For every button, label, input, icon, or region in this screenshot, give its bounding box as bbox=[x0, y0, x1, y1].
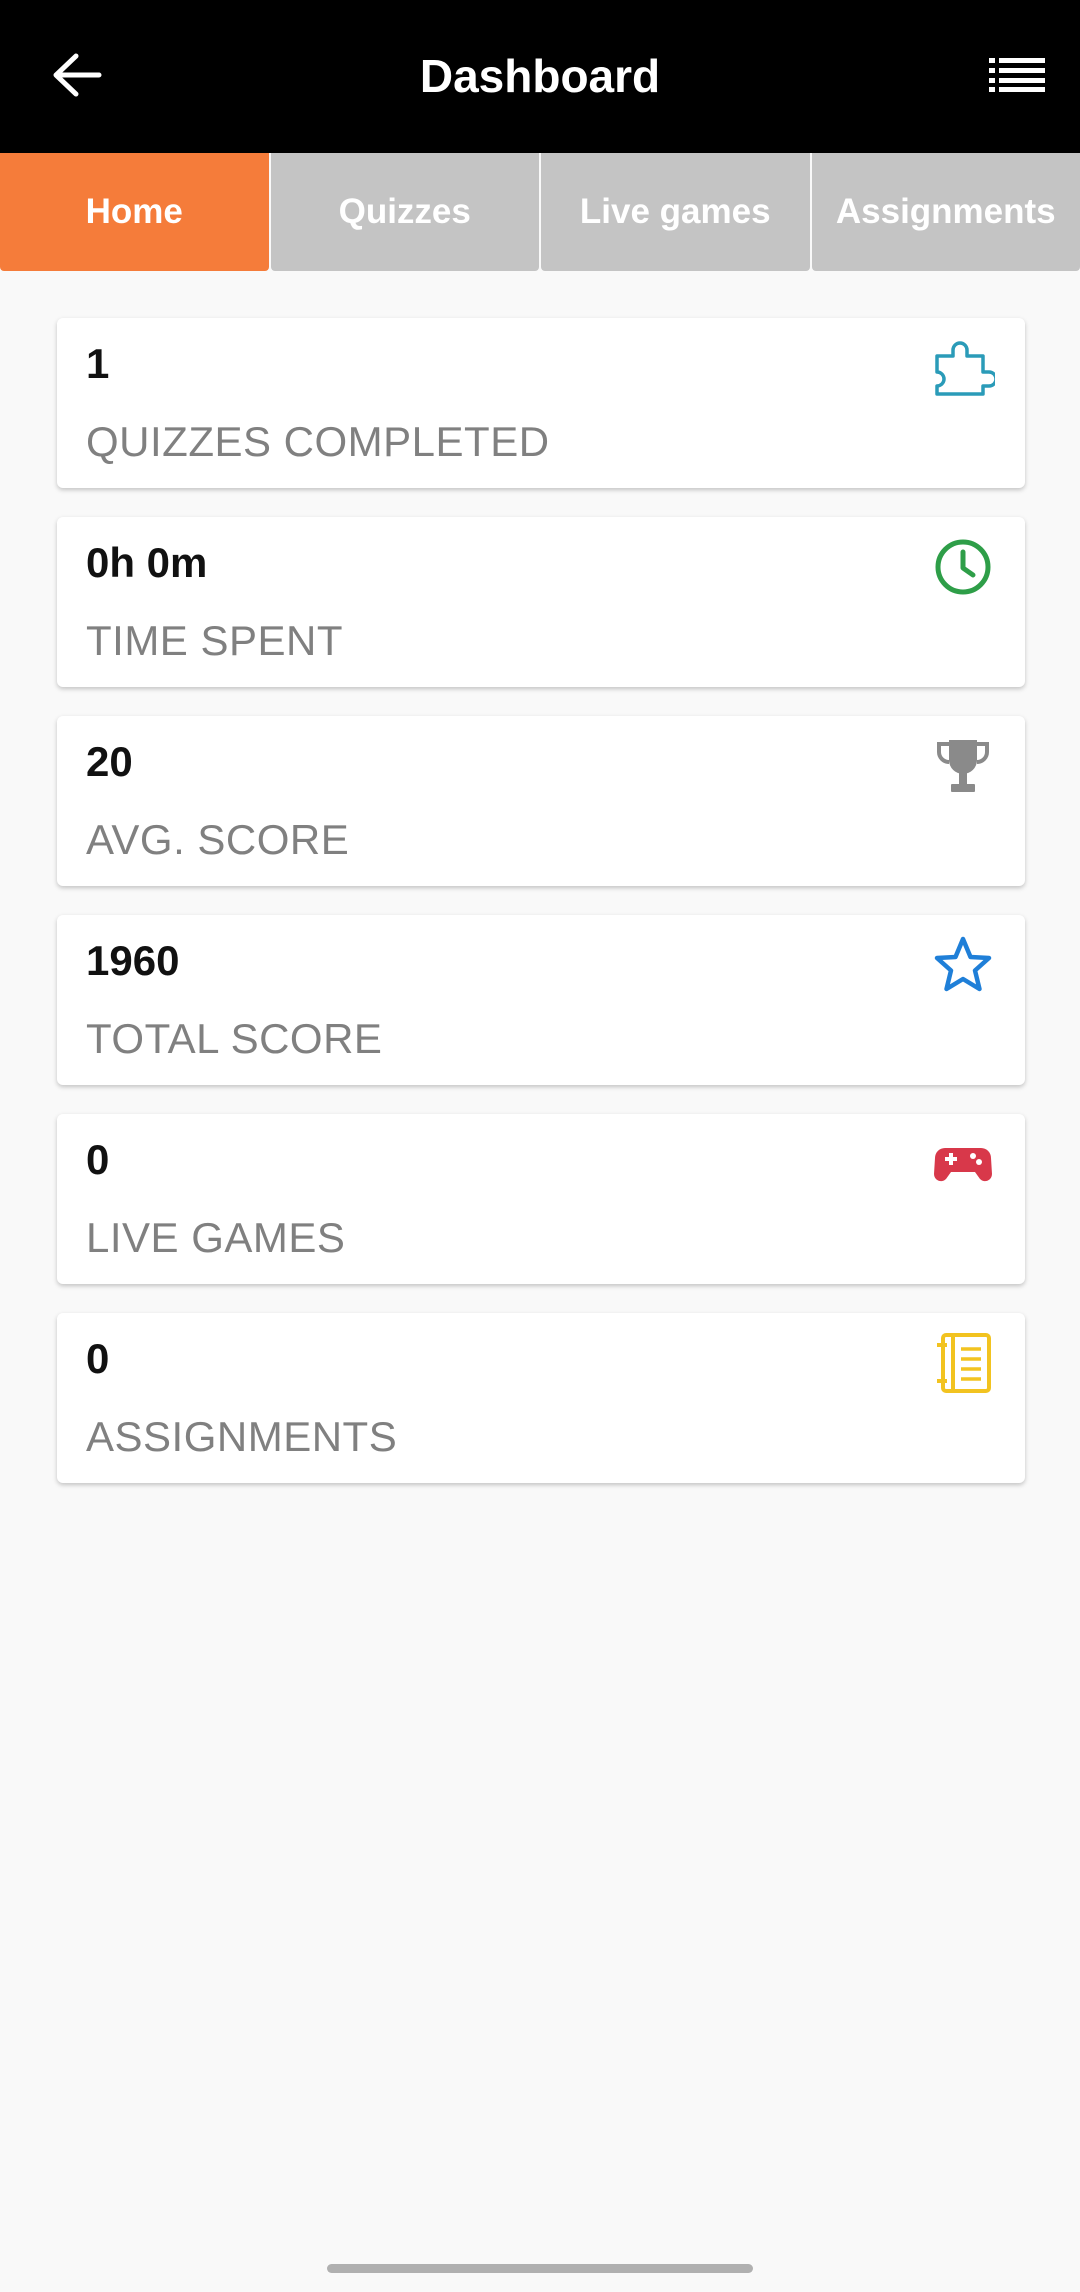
stat-value: 0h 0m bbox=[86, 539, 208, 586]
puzzle-icon bbox=[935, 341, 995, 396]
menu-button[interactable] bbox=[982, 40, 1052, 110]
tab-assignments[interactable]: Assignments bbox=[811, 153, 1080, 271]
top-app-bar: Dashboard bbox=[0, 0, 1080, 153]
tab-home[interactable]: Home bbox=[0, 153, 269, 271]
stat-card-quizzes-completed: 1 QUIZZES COMPLETED bbox=[57, 318, 1025, 488]
home-indicator[interactable] bbox=[327, 2264, 753, 2273]
stat-value: 0 bbox=[86, 1136, 110, 1183]
stat-value: 1 bbox=[86, 340, 110, 387]
stat-value: 20 bbox=[86, 738, 133, 785]
tab-quizzes[interactable]: Quizzes bbox=[270, 153, 539, 271]
notebook-icon bbox=[937, 1333, 991, 1393]
stat-value: 0 bbox=[86, 1335, 110, 1382]
star-icon bbox=[934, 936, 992, 992]
stat-label: TOTAL SCORE bbox=[86, 1015, 383, 1062]
stats-list: 1 QUIZZES COMPLETED 0h 0m TIME SPENT 20 … bbox=[57, 318, 1025, 1512]
stat-value: 1960 bbox=[86, 937, 180, 984]
trophy-icon bbox=[937, 740, 989, 792]
list-icon bbox=[989, 58, 1045, 92]
page-title: Dashboard bbox=[419, 50, 661, 102]
stat-card-assignments: 0 ASSIGNMENTS bbox=[57, 1313, 1025, 1483]
tab-bar: Home Quizzes Live games Assignments bbox=[0, 153, 1080, 273]
tab-live-games[interactable]: Live games bbox=[541, 153, 810, 271]
stat-label: QUIZZES COMPLETED bbox=[86, 418, 550, 465]
stat-card-total-score: 1960 TOTAL SCORE bbox=[57, 915, 1025, 1085]
stat-label: TIME SPENT bbox=[86, 617, 344, 664]
stat-label: ASSIGNMENTS bbox=[86, 1413, 398, 1460]
stat-card-avg-score: 20 AVG. SCORE bbox=[57, 716, 1025, 886]
stat-label: LIVE GAMES bbox=[86, 1214, 346, 1261]
stat-card-time-spent: 0h 0m TIME SPENT bbox=[57, 517, 1025, 687]
arrow-left-icon bbox=[53, 53, 102, 97]
back-button[interactable] bbox=[40, 36, 114, 114]
stat-label: AVG. SCORE bbox=[86, 816, 350, 863]
clock-icon bbox=[935, 539, 991, 595]
stat-card-live-games: 0 LIVE GAMES bbox=[57, 1114, 1025, 1284]
gamepad-icon bbox=[933, 1148, 993, 1182]
